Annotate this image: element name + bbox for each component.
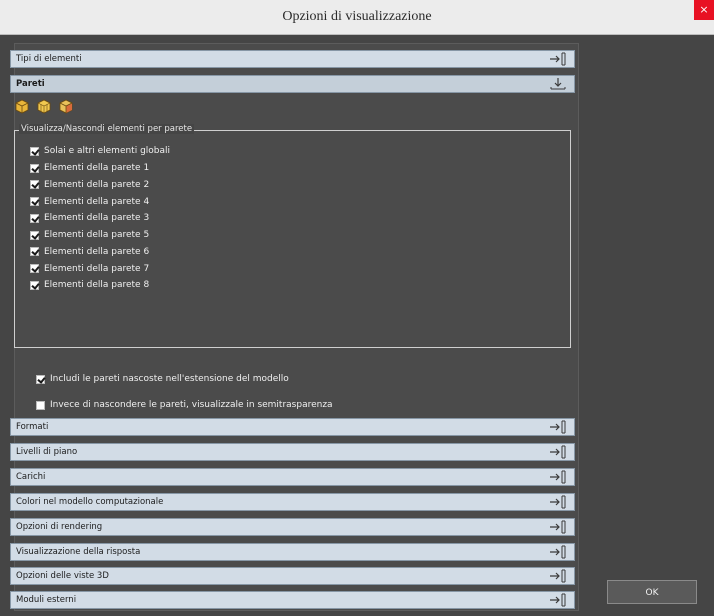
checkbox[interactable] xyxy=(36,400,45,410)
section-label: Formati xyxy=(16,422,49,432)
expand-arrow-icon xyxy=(550,445,566,459)
section-label: Pareti xyxy=(16,79,45,89)
section-tipi-di-elementi[interactable]: Tipi di elementi xyxy=(10,50,575,68)
checkbox-label: Elementi della parete 8 xyxy=(44,280,150,291)
expand-arrow-icon xyxy=(550,545,566,559)
checkbox[interactable] xyxy=(30,213,39,223)
section-label: Moduli esterni xyxy=(16,595,77,605)
group-title: Visualizza/Nascondi elementi per parete xyxy=(19,124,195,134)
section-label: Opzioni di rendering xyxy=(16,522,103,532)
list-item[interactable]: Elementi della parete 1 xyxy=(30,160,170,177)
section-label: Opzioni delle viste 3D xyxy=(16,571,109,581)
section-opzioni-rendering[interactable]: Opzioni di rendering xyxy=(10,518,575,536)
list-item[interactable]: Elementi della parete 4 xyxy=(30,193,170,210)
checkbox[interactable] xyxy=(36,374,45,384)
section-colori-modello[interactable]: Colori nel modello computazionale xyxy=(10,493,575,511)
section-opzioni-viste-3d[interactable]: Opzioni delle viste 3D xyxy=(10,567,575,585)
section-formati[interactable]: Formati xyxy=(10,418,575,436)
cube-yellow-icon[interactable] xyxy=(36,98,52,114)
cube-yellow-icon[interactable] xyxy=(14,98,30,114)
title-bar: Opzioni di visualizzazione × xyxy=(0,0,714,35)
checkbox[interactable] xyxy=(30,280,39,290)
checkbox-label: Elementi della parete 7 xyxy=(44,263,150,274)
walls-visibility-group: Visualizza/Nascondi elementi per parete … xyxy=(14,124,571,348)
checkbox-label: Elementi della parete 4 xyxy=(44,196,150,207)
expand-arrow-icon xyxy=(550,593,566,607)
section-visualizzazione-risposta[interactable]: Visualizzazione della risposta xyxy=(10,543,575,561)
checkbox-label: Elementi della parete 1 xyxy=(44,163,150,174)
list-item[interactable]: Elementi della parete 3 xyxy=(30,210,170,227)
checkbox-label: Includi le pareti nascoste nell'estensio… xyxy=(50,374,289,384)
expand-arrow-icon xyxy=(550,520,566,534)
window-title: Opzioni di visualizzazione xyxy=(282,9,432,24)
section-carichi[interactable]: Carichi xyxy=(10,468,575,486)
include-hidden-walls-option[interactable]: Includi le pareti nascoste nell'estensio… xyxy=(36,366,333,392)
checkbox[interactable] xyxy=(30,180,39,190)
close-button[interactable]: × xyxy=(694,0,714,20)
checkbox[interactable] xyxy=(30,264,39,274)
expand-arrow-icon xyxy=(550,495,566,509)
list-item[interactable]: Elementi della parete 8 xyxy=(30,277,170,294)
cube-multi-icon[interactable] xyxy=(58,98,74,114)
checkbox-label: Elementi della parete 6 xyxy=(44,246,150,257)
section-label: Livelli di piano xyxy=(16,447,78,457)
collapse-arrow-icon xyxy=(550,78,566,90)
wall-checklist: Solai e altri elementi globali Elementi … xyxy=(30,143,170,294)
expand-arrow-icon xyxy=(550,52,566,66)
list-item[interactable]: Elementi della parete 2 xyxy=(30,177,170,194)
view-toolbar xyxy=(14,98,77,114)
expand-arrow-icon xyxy=(550,569,566,583)
section-label: Visualizzazione della risposta xyxy=(16,547,141,557)
list-item[interactable]: Elementi della parete 6 xyxy=(30,244,170,261)
section-label: Colori nel modello computazionale xyxy=(16,497,164,507)
checkbox[interactable] xyxy=(30,230,39,240)
checkbox[interactable] xyxy=(30,163,39,173)
checkbox[interactable] xyxy=(30,247,39,257)
list-item[interactable]: Solai e altri elementi globali xyxy=(30,143,170,160)
checkbox[interactable] xyxy=(30,197,39,207)
checkbox[interactable] xyxy=(30,146,39,156)
section-livelli-di-piano[interactable]: Livelli di piano xyxy=(10,443,575,461)
section-pareti[interactable]: Pareti xyxy=(10,75,575,93)
list-item[interactable]: Elementi della parete 7 xyxy=(30,260,170,277)
ok-button[interactable]: OK xyxy=(607,580,697,604)
section-moduli-esterni[interactable]: Moduli esterni xyxy=(10,591,575,609)
checkbox-label: Elementi della parete 5 xyxy=(44,230,150,241)
semitransparent-walls-option[interactable]: Invece di nascondere le pareti, visualiz… xyxy=(36,392,333,418)
options-dialog: Opzioni di visualizzazione × Tipi di ele… xyxy=(0,0,714,616)
section-label: Tipi di elementi xyxy=(16,54,82,64)
list-item[interactable]: Elementi della parete 5 xyxy=(30,227,170,244)
wall-options: Includi le pareti nascoste nell'estensio… xyxy=(36,366,333,418)
checkbox-label: Solai e altri elementi globali xyxy=(44,146,171,157)
checkbox-label: Elementi della parete 3 xyxy=(44,213,150,224)
expand-arrow-icon xyxy=(550,420,566,434)
expand-arrow-icon xyxy=(550,470,566,484)
checkbox-label: Invece di nascondere le pareti, visualiz… xyxy=(50,400,333,410)
section-label: Carichi xyxy=(16,472,46,482)
checkbox-label: Elementi della parete 2 xyxy=(44,179,150,190)
